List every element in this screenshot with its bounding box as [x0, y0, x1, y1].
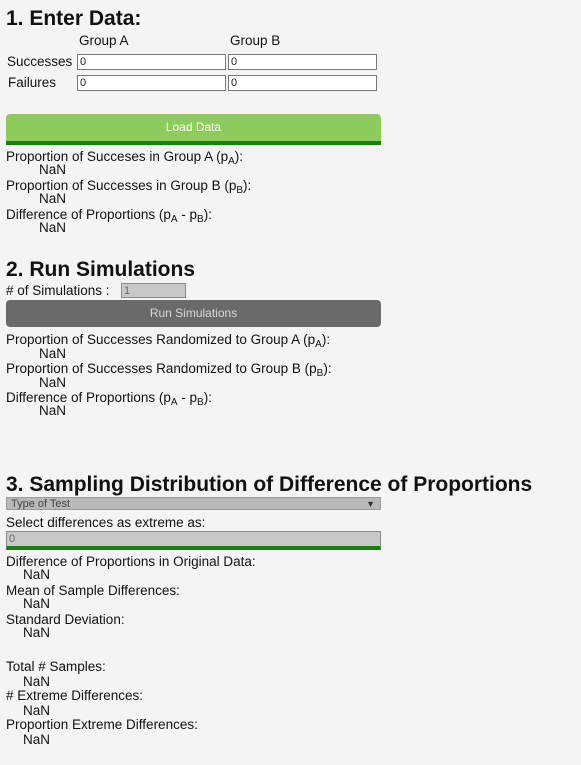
successes-group-a-input[interactable] [77, 54, 226, 70]
prop-b-value: NaN [39, 191, 67, 206]
sd-value: NaN [23, 625, 51, 640]
extreme-count-value: NaN [23, 703, 51, 718]
extreme-label: Select differences as extreme as: [6, 515, 206, 530]
failures-group-b-input[interactable] [228, 75, 377, 91]
dropdown-arrow-icon: ▼ [366, 499, 375, 509]
rand-a-value: NaN [39, 346, 67, 361]
sim-diff-label: Difference of Proportions (pA - pB): [6, 390, 212, 408]
extreme-prop-label: Proportion Extreme Differences: [6, 717, 198, 732]
rand-a-label: Proportion of Successes Randomized to Gr… [6, 332, 331, 350]
rand-b-value: NaN [39, 375, 67, 390]
test-type-select[interactable]: Type of Test ▼ [6, 497, 381, 510]
rand-b-label: Proportion of Successes Randomized to Gr… [6, 361, 332, 379]
mean-value: NaN [23, 596, 51, 611]
section3-title: 3. Sampling Distribution of Difference o… [6, 473, 533, 496]
diff-label: Difference of Proportions (pA - pB): [6, 207, 212, 225]
orig-diff-value: NaN [23, 567, 51, 582]
group-a-header: Group A [79, 33, 129, 48]
load-data-button[interactable]: Load Data [6, 114, 381, 145]
section2-title: 2. Run Simulations [6, 258, 196, 281]
extreme-value-input[interactable] [6, 531, 381, 550]
num-simulations-input[interactable] [121, 283, 186, 298]
sim-diff-value: NaN [39, 403, 67, 418]
successes-label: Successes [7, 54, 73, 69]
extreme-count-label: # Extreme Differences: [6, 688, 144, 703]
failures-label: Failures [8, 75, 57, 90]
test-type-selected: Type of Test [11, 498, 71, 510]
total-samples-value: NaN [23, 674, 51, 689]
prop-a-value: NaN [39, 162, 67, 177]
diff-value: NaN [39, 220, 67, 235]
failures-group-a-input[interactable] [77, 75, 226, 91]
successes-group-b-input[interactable] [228, 54, 377, 70]
run-simulations-button[interactable]: Run Simulations [6, 300, 381, 327]
num-simulations-label: # of Simulations : [6, 283, 110, 298]
group-b-header: Group B [230, 33, 281, 48]
extreme-prop-value: NaN [23, 732, 51, 747]
section1-title: 1. Enter Data: [6, 7, 142, 30]
total-samples-label: Total # Samples: [6, 659, 106, 674]
page: 1. Enter Data: Group A Group B Successes… [0, 0, 581, 765]
